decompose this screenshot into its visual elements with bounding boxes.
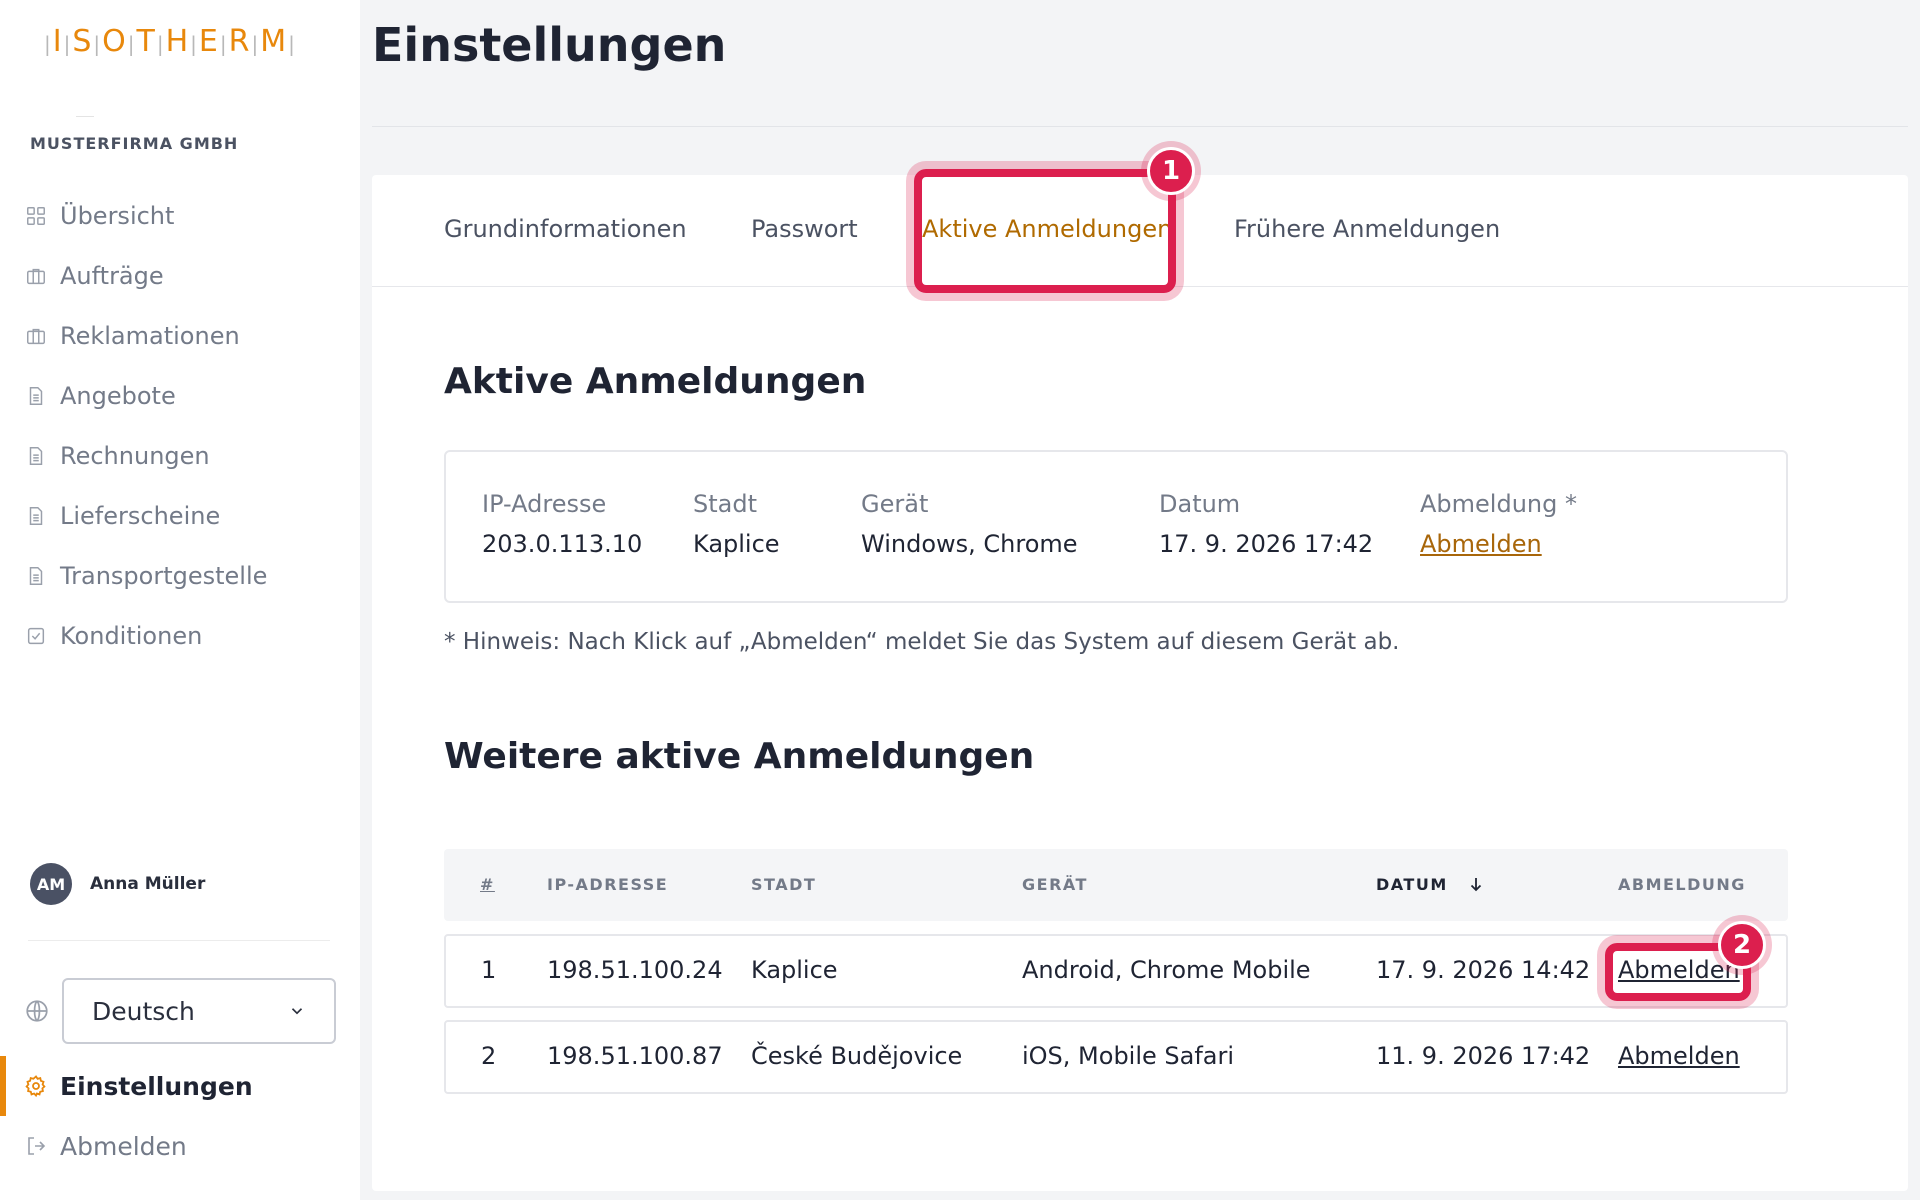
logout-label: Abmeldung *: [1420, 490, 1577, 518]
document-icon: [24, 504, 48, 528]
table-row: 2 198.51.100.87 České Budějovice iOS, Mo…: [444, 1020, 1788, 1094]
sidebar-item-konditionen[interactable]: Konditionen: [0, 606, 360, 666]
sidebar-item-angebote[interactable]: Angebote: [0, 366, 360, 426]
table-row: 1 198.51.100.24 Kaplice Android, Chrome …: [444, 934, 1788, 1008]
row-logout-link[interactable]: Abmelden: [1618, 1042, 1740, 1070]
company-name: MUSTERFIRMA GMBH: [30, 134, 239, 153]
ip-value: 203.0.113.10: [482, 530, 643, 558]
sidebar-item-rechnungen[interactable]: Rechnungen: [0, 426, 360, 486]
cell-ip: 198.51.100.87: [547, 1042, 723, 1070]
page-title: Einstellungen: [372, 18, 727, 72]
checkbox-icon: [24, 624, 48, 648]
active-sessions-heading: Aktive Anmeldungen: [444, 361, 867, 402]
sidebar: |I|S|O|T|H|E|R|M| MUSTERFIRMA GMBH Übers…: [0, 0, 360, 1200]
current-session-device: Gerät Windows, Chrome: [861, 490, 1078, 558]
document-icon: [24, 444, 48, 468]
sidebar-item-label: Transportgestelle: [60, 562, 268, 590]
avatar: AM: [30, 863, 72, 905]
sidebar-item-label: Lieferscheine: [60, 502, 221, 530]
cell-number: 2: [481, 1042, 497, 1070]
ip-label: IP-Adresse: [482, 490, 607, 518]
other-sessions-heading: Weitere aktive Anmeldungen: [444, 736, 1035, 777]
grid-icon: [24, 204, 48, 228]
sidebar-item-auftraege[interactable]: Aufträge: [0, 246, 360, 306]
settings-card: Grundinformationen Passwort Aktive Anmel…: [372, 175, 1908, 1191]
current-session-box: IP-Adresse 203.0.113.10 Stadt Kaplice Ge…: [444, 450, 1788, 603]
table-header: # IP-ADRESSE STADT GERÄT DATUM ABMELDUNG: [444, 849, 1788, 921]
user-profile[interactable]: AM Anna Müller: [30, 863, 205, 905]
language-select-value: Deutsch: [92, 996, 195, 1026]
sidebar-item-label: Aufträge: [60, 262, 164, 290]
device-label: Gerät: [861, 490, 929, 518]
current-session-logout-link[interactable]: Abmelden: [1420, 530, 1577, 558]
current-session-city: Stadt Kaplice: [693, 490, 780, 558]
document-icon: [24, 384, 48, 408]
briefcase-icon: [24, 324, 48, 348]
column-header-city[interactable]: STADT: [751, 875, 816, 894]
tab-fruehere-anmeldungen[interactable]: Frühere Anmeldungen: [1234, 215, 1500, 243]
column-header-logout[interactable]: ABMELDUNG: [1618, 875, 1746, 894]
sidebar-item-label: Konditionen: [60, 622, 203, 650]
cell-date: 11. 9. 2026 17:42: [1376, 1042, 1591, 1070]
cell-number: 1: [481, 956, 497, 984]
column-header-ip[interactable]: IP-ADRESSE: [547, 875, 668, 894]
sidebar-item-label: Rechnungen: [60, 442, 210, 470]
sidebar-item-label: Übersicht: [60, 202, 175, 230]
column-header-device[interactable]: GERÄT: [1022, 875, 1088, 894]
sidebar-item-label: Einstellungen: [60, 1071, 253, 1101]
current-session-date: Datum 17. 9. 2026 17:42: [1159, 490, 1373, 558]
step-badge-2: 2: [1718, 921, 1766, 969]
gear-icon: [24, 1074, 48, 1098]
tab-highlight: [914, 169, 1176, 293]
city-value: Kaplice: [693, 530, 780, 558]
current-session-ip: IP-Adresse 203.0.113.10: [482, 490, 642, 558]
title-divider: [372, 126, 1908, 127]
chevron-down-icon: [291, 1008, 303, 1015]
tab-passwort[interactable]: Passwort: [751, 215, 858, 243]
briefcase-icon: [24, 264, 48, 288]
sidebar-item-lieferscheine[interactable]: Lieferscheine: [0, 486, 360, 546]
cell-city: Kaplice: [751, 956, 838, 984]
cell-date: 17. 9. 2026 14:42: [1376, 956, 1591, 984]
cell-device: Android, Chrome Mobile: [1022, 956, 1311, 984]
column-header-date-label: DATUM: [1376, 875, 1448, 894]
sidebar-item-reklamationen[interactable]: Reklamationen: [0, 306, 360, 366]
isotherm-logo[interactable]: |I|S|O|T|H|E|R|M|: [44, 24, 297, 59]
city-label: Stadt: [693, 490, 757, 518]
sidebar-divider: [28, 940, 330, 941]
sidebar-nav: Übersicht Aufträge Reklamationen Angebot…: [0, 186, 360, 666]
cell-ip: 198.51.100.24: [547, 956, 723, 984]
globe-icon: [24, 998, 50, 1024]
step-badge-1: 1: [1147, 147, 1195, 195]
sidebar-item-einstellungen[interactable]: Einstellungen: [0, 1056, 360, 1116]
column-header-date[interactable]: DATUM: [1376, 875, 1485, 894]
user-name: Anna Müller: [90, 874, 206, 894]
logo-divider: [76, 116, 94, 117]
sidebar-item-transportgestelle[interactable]: Transportgestelle: [0, 546, 360, 606]
date-value: 17. 9. 2026 17:42: [1159, 530, 1374, 558]
device-value: Windows, Chrome: [861, 530, 1078, 558]
cell-device: iOS, Mobile Safari: [1022, 1042, 1235, 1070]
sidebar-item-label: Abmelden: [60, 1131, 187, 1161]
current-session-logout: Abmeldung * Abmelden: [1420, 490, 1577, 558]
document-icon: [24, 564, 48, 588]
arrow-down-icon: [1470, 878, 1481, 892]
tab-grundinformationen[interactable]: Grundinformationen: [444, 215, 687, 243]
sidebar-item-label: Reklamationen: [60, 322, 240, 350]
sidebar-item-label: Angebote: [60, 382, 176, 410]
cell-city: České Budějovice: [751, 1042, 963, 1070]
date-label: Datum: [1159, 490, 1241, 518]
sidebar-item-abmelden[interactable]: Abmelden: [0, 1116, 360, 1176]
logout-icon: [24, 1134, 48, 1158]
logout-note: * Hinweis: Nach Klick auf „Abmelden“ mel…: [444, 629, 1400, 655]
sidebar-item-uebersicht[interactable]: Übersicht: [0, 186, 360, 246]
language-select[interactable]: Deutsch: [62, 978, 336, 1044]
language-switcher: Deutsch: [24, 978, 336, 1044]
column-header-number[interactable]: #: [480, 875, 495, 894]
